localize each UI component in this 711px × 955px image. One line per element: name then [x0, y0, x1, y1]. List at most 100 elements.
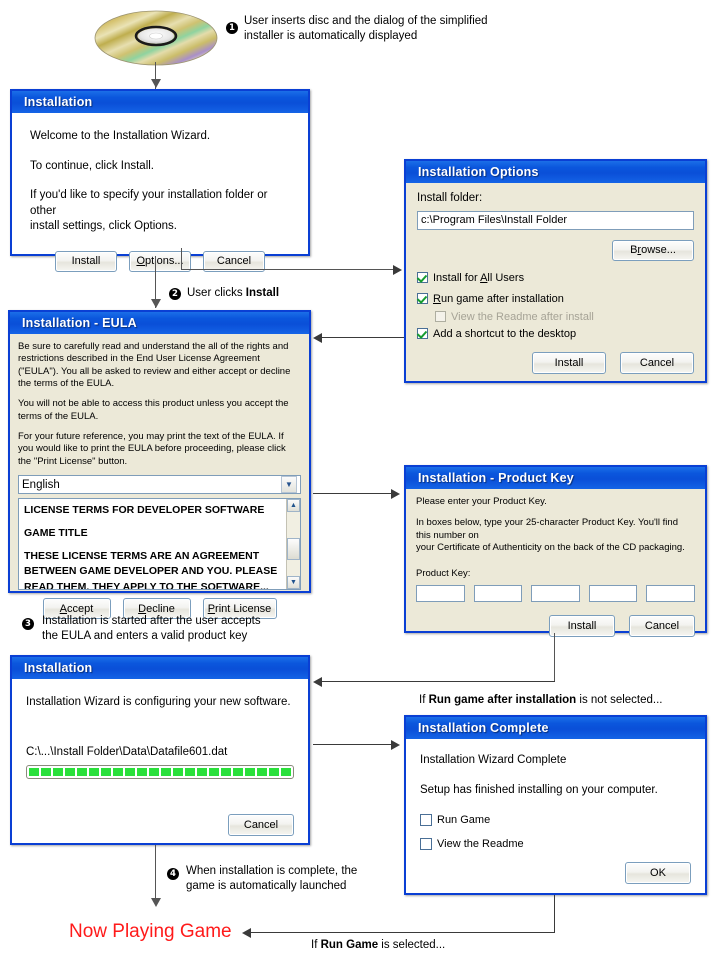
product-key-field-5[interactable] [646, 584, 695, 602]
browse-button[interactable]: Br owse... [612, 239, 694, 261]
connector-options-horizontal [181, 269, 399, 271]
run-game-selected-bold: Run Game [320, 939, 379, 951]
step-marker-4: 4 [167, 868, 179, 880]
options-cancel-button[interactable]: Cancel [620, 351, 694, 374]
checkbox-row-install-all-users[interactable]: Install for All Users [417, 272, 694, 284]
product-key-field-3[interactable] [531, 584, 580, 602]
checkbox-row-desktop-shortcut[interactable]: Add a shortcut to the desktop [417, 328, 694, 340]
label-complete-view-readme: View the Readme [437, 838, 524, 851]
checkbox-row-complete-run-game[interactable]: Run Game [420, 814, 691, 827]
welcome-line-3b: install settings, click Options. [30, 220, 178, 233]
label-complete-run-game: Run Game [437, 814, 491, 827]
license-line-2: GAME TITLE [24, 526, 88, 539]
progress-block [89, 768, 99, 777]
step-3-annotation: Installation is started after the user a… [42, 614, 261, 644]
titlebar-installation-eula: Installation - EULA [10, 310, 309, 334]
checkbox-complete-view-readme[interactable] [420, 838, 432, 851]
checkbox-row-run-game[interactable]: Run game after installation [417, 293, 694, 305]
scrollbar-thumb[interactable] [287, 538, 300, 561]
arrowhead-welcome-to-eula [151, 299, 161, 308]
progress-block [65, 768, 75, 777]
progress-block [257, 768, 267, 777]
dialog-installation-complete: Installation Complete Installation Wizar… [404, 715, 707, 895]
body-installation-product-key: Please enter your Product Key. In boxes … [406, 489, 705, 637]
body-installation-eula: Be sure to carefully read and understand… [10, 334, 309, 620]
scroll-up-arrow-icon[interactable]: ▲ [287, 499, 300, 513]
connector-productkey-horizontal [322, 681, 555, 683]
checkbox-complete-run-game[interactable] [420, 814, 432, 827]
product-key-field-1[interactable] [416, 584, 465, 602]
license-text-content: LICENSE TERMS FOR DEVELOPER SOFTWARE GAM… [19, 499, 286, 589]
progress-status-text: Installation Wizard is configuring your … [26, 696, 291, 708]
license-scrollbar[interactable]: ▲ ▼ [286, 499, 300, 590]
welcome-line-3a: If you'd like to specify your installati… [30, 189, 268, 217]
language-select-value: English [22, 478, 60, 491]
label-run-game-selected: If Run Game is selected... [311, 938, 445, 953]
license-line-5: BETWEEN GAME DEVELOPER AND YOU. PLEASE [24, 565, 278, 578]
now-playing-game-label: Now Playing Game [69, 921, 232, 942]
productkey-line-2b: your Certificate of Authenticity on the … [416, 542, 685, 554]
body-installation-complete: Installation Wizard Complete Setup has f… [406, 739, 705, 893]
arrowhead-options-to-eula [313, 333, 322, 343]
title-installation-eula: Installation - EULA [22, 316, 137, 330]
scroll-down-arrow-icon[interactable]: ▼ [287, 576, 300, 590]
progress-block [101, 768, 111, 777]
productkey-install-button[interactable]: Install [549, 614, 615, 637]
progress-block [173, 768, 183, 777]
progress-block [233, 768, 243, 777]
productkey-cancel-button[interactable]: Cancel [629, 614, 695, 637]
arrowhead-options-to-installoptions [393, 265, 402, 275]
license-line-6: READ THEM. THEY APPLY TO THE SOFTWARE... [24, 581, 269, 590]
titlebar-installation-options: Installation Options [406, 159, 705, 183]
step-marker-1: 1 [226, 22, 238, 34]
label-add-desktop-shortcut: Add a shortcut to the desktop [433, 327, 577, 340]
checkbox-install-all-users[interactable] [417, 272, 428, 284]
progress-cancel-button[interactable]: Cancel [228, 814, 294, 837]
title-installation-options: Installation Options [418, 165, 539, 179]
checkbox-view-readme-after-install [435, 311, 446, 323]
progress-block [137, 768, 147, 777]
progress-block [149, 768, 159, 777]
run-game-not-selected-pre: If [419, 694, 429, 706]
install-folder-input[interactable]: c:\Program Files\Install Folder [417, 210, 694, 230]
install-button[interactable]: Install [55, 250, 117, 272]
progress-block [245, 768, 255, 777]
license-text-box[interactable]: LICENSE TERMS FOR DEVELOPER SOFTWARE GAM… [18, 498, 301, 591]
chevron-down-icon[interactable]: ▼ [281, 476, 297, 494]
license-line-4: THESE LICENSE TERMS ARE AN AGREEMENT [24, 549, 260, 562]
eula-paragraph-1: Be sure to carefully read and understand… [18, 341, 291, 390]
title-installation-welcome: Installation [24, 95, 93, 109]
title-installation-progress: Installation [24, 661, 93, 675]
welcome-line-3: If you'd like to specify your installati… [30, 188, 290, 235]
progress-block [209, 768, 219, 777]
eula-paragraph-2: You will not be able to access this prod… [18, 398, 289, 422]
welcome-line-1: Welcome to the Installation Wizard. [30, 130, 211, 142]
product-key-field-2[interactable] [473, 584, 523, 602]
progress-block [269, 768, 279, 777]
run-game-selected-post: is selected... [378, 939, 446, 951]
arrowhead-productkey-to-progress [313, 677, 322, 687]
checkbox-run-game-after-install[interactable] [417, 293, 428, 305]
progress-block [53, 768, 63, 777]
productkey-line-1: Please enter your Product Key. [416, 496, 547, 507]
options-install-button[interactable]: Install [532, 351, 606, 374]
dialog-installation-welcome: Installation Welcome to the Installation… [10, 89, 310, 272]
progress-current-file: C:\...\Install Folder\Data\Datafile601.d… [26, 745, 228, 758]
product-key-field-4[interactable] [588, 584, 638, 602]
checkbox-row-complete-view-readme[interactable]: View the Readme [420, 838, 691, 851]
checkbox-add-desktop-shortcut[interactable] [417, 328, 428, 340]
flowchart-canvas: 1 User inserts disc and the dialog of th… [0, 0, 711, 955]
language-select[interactable]: English ▼ [18, 475, 301, 495]
title-installation-complete: Installation Complete [418, 721, 549, 735]
dialog-installation-eula: Installation - EULA Be sure to carefully… [8, 310, 311, 620]
install-folder-label: Install folder: [417, 192, 483, 204]
productkey-label: Product Key: [416, 568, 471, 580]
run-game-not-selected-bold: Run game after installation [428, 694, 577, 706]
complete-line-2: Setup has finished installing on your co… [420, 783, 658, 796]
license-line-0: LICENSE TERMS FOR DEVELOPER SOFTWARE [24, 504, 265, 517]
complete-ok-button[interactable]: OK [625, 862, 691, 885]
options-button-label: Options... [136, 255, 184, 268]
productkey-line-2a: In boxes below, type your 25-character P… [416, 517, 678, 541]
progress-bar [26, 765, 294, 780]
dialog-installation-progress: Installation Installation Wizard is conf… [10, 655, 310, 845]
